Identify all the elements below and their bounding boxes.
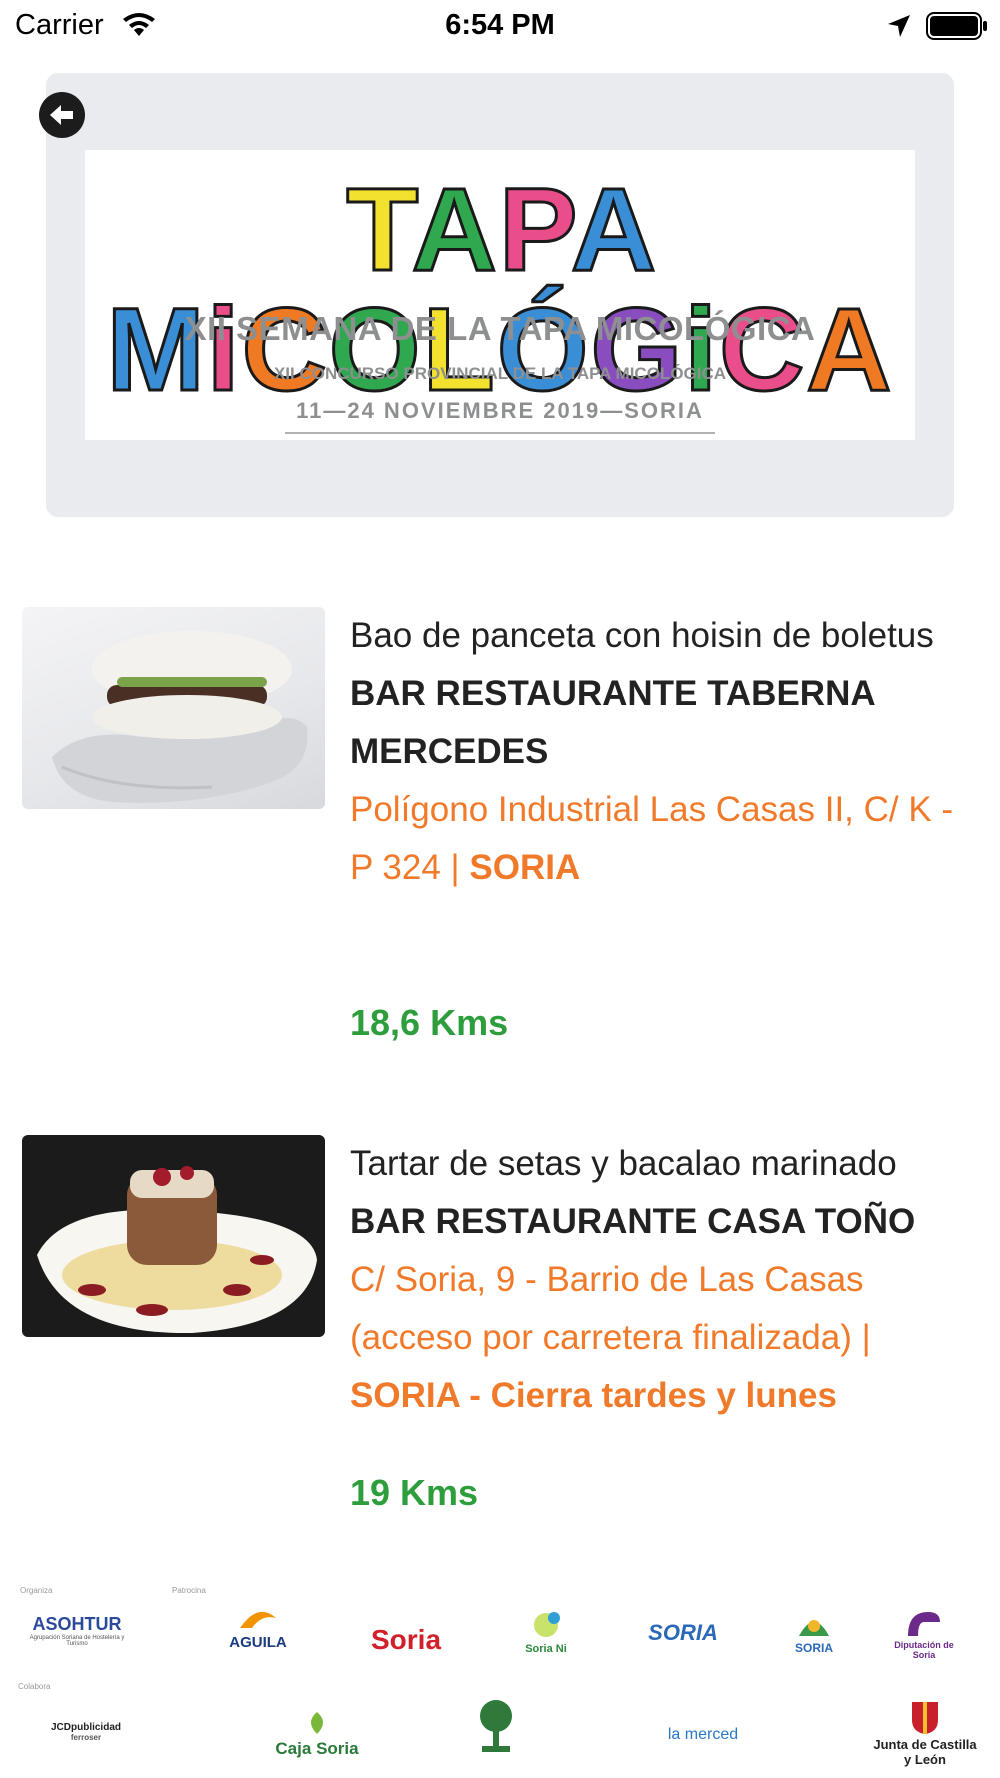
logo-jcd: JCDpublicidad ferroser [36,1722,136,1742]
logo-soria-2019: SORIA [648,1620,718,1646]
tree-icon [480,1700,512,1752]
dish-name: Bao de panceta con hoisin de boletus [350,616,934,655]
logo-tree [476,1698,516,1759]
distance-label: 18,6 Kms [350,1002,509,1043]
aguila-wing-icon [240,1611,276,1628]
diputacion-icon [908,1612,940,1636]
logo-caja-soria: Caja Soria [262,1712,372,1759]
logo-soria-ni: Soria Ni [516,1610,576,1655]
logo-diputacion-text: Diputación de Soria [894,1640,954,1660]
poster-letter: C [718,284,807,416]
location-arrow-icon [886,13,912,39]
logo-soria-ni-text: Soria Ni [525,1643,567,1655]
logo-diputacion: Diputación de Soria [884,1608,964,1660]
soria-ni-icon [534,1612,560,1637]
poster-letter: A [410,164,499,296]
poster-letter: O [327,284,423,416]
poster-letter: i [683,284,720,416]
poster-letter: T [345,164,412,296]
logo-soria-tourism-text: SORIA [794,1641,833,1655]
address-text: Polígono Industrial Las Casas II, C/ K -… [350,790,954,887]
dish-name: Tartar de setas y bacalao marinado [350,1144,897,1183]
status-bar: Carrier 6:54 PM [0,0,1000,52]
battery-icon [926,12,988,40]
poster-letter: G [589,284,685,416]
poster-letter: A [569,164,654,296]
caption-patrocina: Patrocina [172,1586,206,1595]
logo-aguila: AGUILA [228,1608,288,1651]
logo-jcd-text: JCDpublicidad [50,1722,121,1733]
dish-photo [22,607,325,809]
soria-tourism-icon [799,1620,829,1636]
dish-photo [22,1135,325,1337]
logo-la-merced-text: la merced [667,1726,739,1743]
poster-letter: C [240,284,329,416]
event-poster: TAPA MiCOLÓGiCA XII SEMANA DE LA TAPA MI… [85,150,915,440]
poster-dates: 11—24 NOVIEMBRE 2019—SORIA [296,398,704,423]
address-text: C/ Soria, 9 - Barrio de Las Casas (acces… [350,1260,871,1357]
poster-letter: P [497,164,571,296]
logo-caja-soria-text: Caja Soria [262,1739,372,1759]
poster-letter: M [105,284,207,416]
junta-shield-icon [912,1702,938,1734]
clock: 6:54 PM [445,9,555,41]
logo-jcd-sub: ferroser [70,1733,102,1742]
poster-letter: Ó [495,284,591,416]
item-details: Tartar de setas y bacalao marinado BAR R… [350,1135,975,1425]
city-text: SORIA - Cierra tardes y lunes [350,1376,837,1415]
logo-soria-2019-text: SORIA [648,1620,718,1645]
poster-subtitle: XII SEMANA DE LA TAPA MICOLÓGICA [184,310,816,347]
logo-ayuntamiento-soria: Soria [356,1624,456,1656]
restaurant-name: BAR RESTAURANTE CASA TOÑO [350,1202,916,1241]
logo-asohtur-sub: Agrupación Soriana de Hostelería y Turis… [29,1635,125,1647]
back-arrow-icon [50,105,73,125]
poster-letter: L [421,284,497,416]
logo-soria-text: Soria [370,1624,442,1655]
caption-colabora: Colabora [18,1682,51,1691]
logo-junta-text: Junta de Castilla y León [873,1737,977,1767]
city-text: SORIA [469,848,581,887]
item-details: Bao de panceta con hoisin de boletus BAR… [350,607,975,897]
poster-letter: i [205,284,242,416]
poster-subtitle-2: XII CONCURSO PROVINCIAL DE LA TAPA MICOL… [273,364,727,383]
restaurant-address: Polígono Industrial Las Casas II, C/ K -… [350,781,975,897]
distance-label: 19 Kms [350,1472,479,1513]
sponsors-footer: Organiza Patrocina Colabora ASOHTUR Agru… [0,1570,1000,1778]
logo-soria-tourism: SORIA [784,1608,844,1655]
logo-asohtur: ASOHTUR Agrupación Soriana de Hostelería… [22,1614,132,1647]
caja-leaf-icon [311,1712,323,1734]
logo-junta: Junta de Castilla y León [870,1700,980,1767]
restaurant-name: BAR RESTAURANTE TABERNA MERCEDES [350,674,875,771]
caption-organiza: Organiza [20,1586,53,1595]
logo-la-merced: la merced [648,1726,758,1744]
logo-aguila-text: AGUILA [229,1634,287,1651]
soria-word: Soria [316,1739,359,1758]
back-button[interactable] [39,92,85,138]
logo-asohtur-text: ASOHTUR [32,1614,122,1634]
caja-word: Caja [275,1739,312,1758]
restaurant-address: C/ Soria, 9 - Barrio de Las Casas (acces… [350,1251,975,1425]
poster-underline [285,432,715,434]
poster-letter: A [805,284,894,416]
